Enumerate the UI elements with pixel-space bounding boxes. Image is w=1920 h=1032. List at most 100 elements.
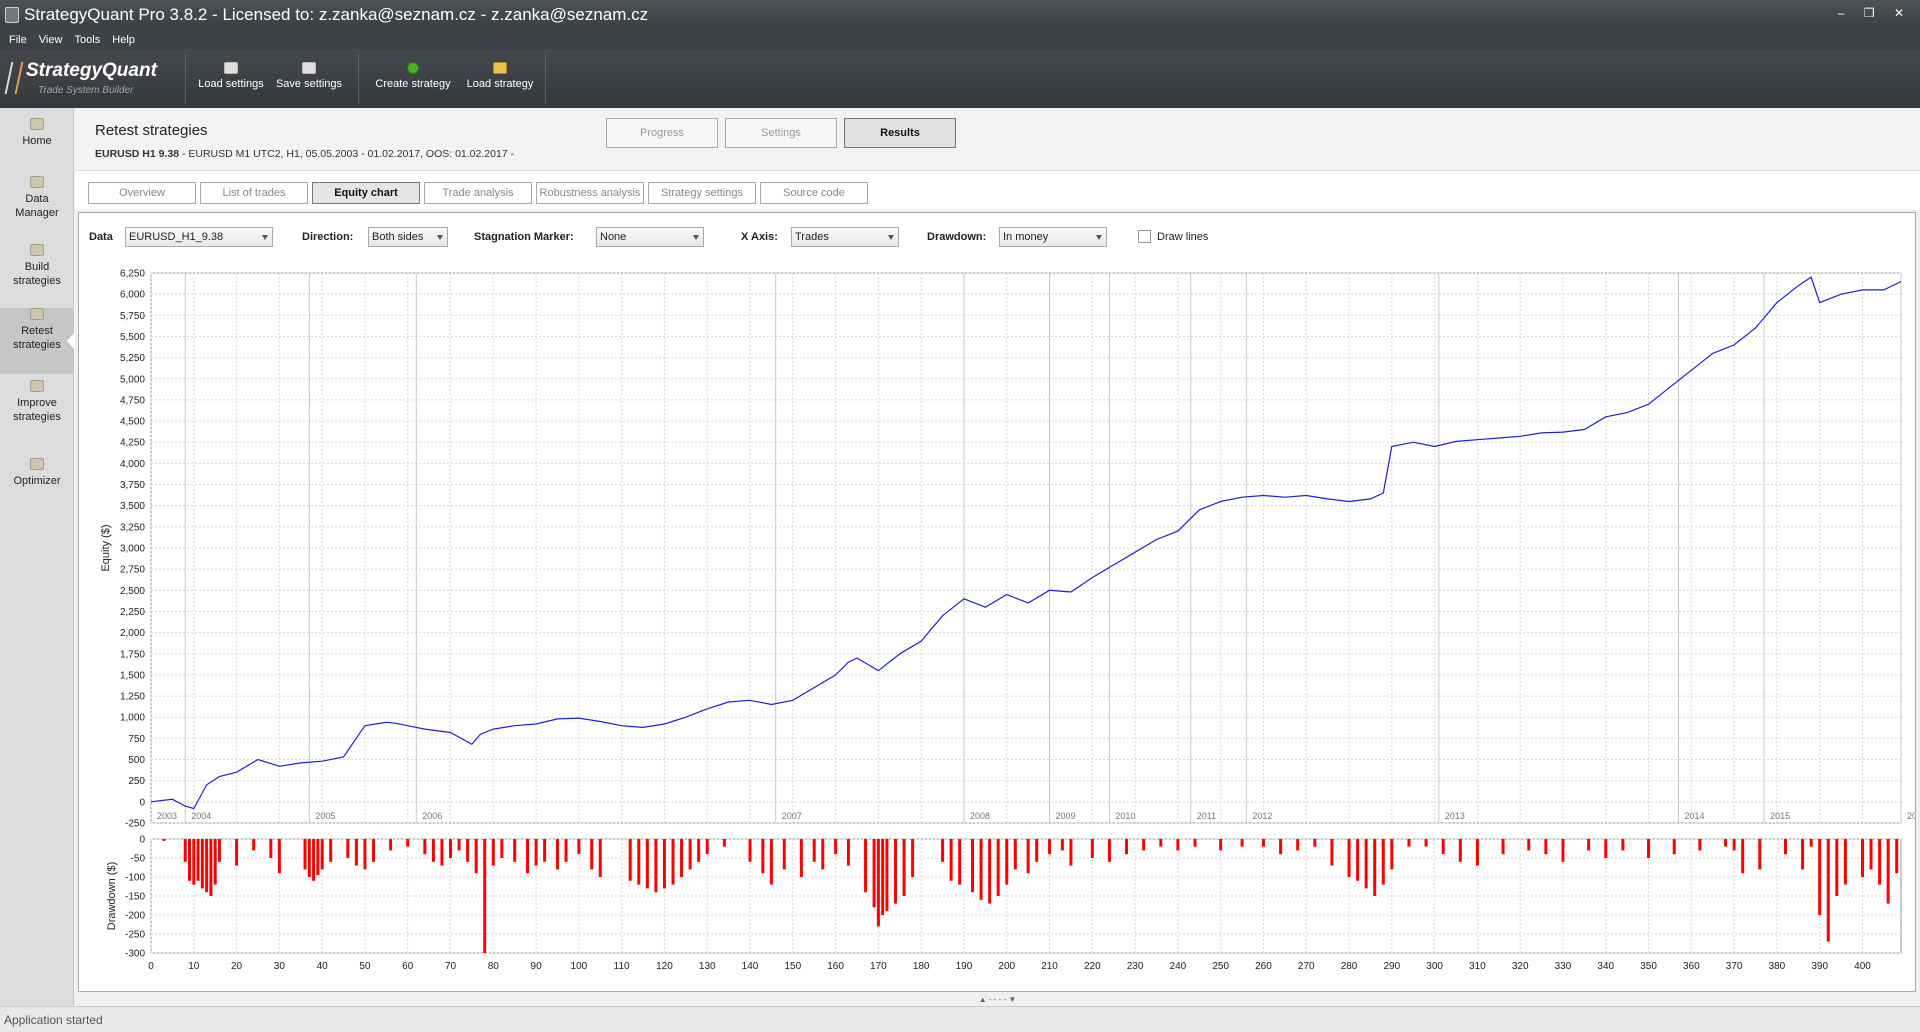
drawdown-bar [988,839,992,904]
drawdown-bar [1698,839,1702,851]
save-settings-button[interactable]: Save settings [274,62,344,102]
window-title: StrategyQuant Pro 3.8.2 - Licensed to: z… [24,5,649,24]
drawdown-select[interactable]: In money [999,227,1107,247]
drawdown-bar [371,839,375,862]
drawdown-bar [389,839,393,851]
draw-lines-checkbox[interactable] [1138,230,1151,243]
drawdown-bar [1843,839,1847,885]
home-icon [30,118,44,130]
drawdown-bar [812,839,816,862]
tab-settings[interactable]: Settings [725,118,837,148]
window-controls[interactable]: – ❐ ✕ [1838,6,1912,20]
drawdown-bar [662,839,666,889]
nav-retest-strategies[interactable]: Retest strategies [0,308,75,374]
subtab-robustness-analysis[interactable]: Robustness analysis [536,182,644,204]
x-tick-label: 70 [445,961,457,972]
stagnation-marker-select[interactable]: None [596,227,704,247]
tab-progress[interactable]: Progress [606,118,718,148]
nav-build-strategies[interactable]: Build strategies [0,244,74,310]
drawdown-bar [1621,839,1625,851]
build-icon [30,244,44,256]
equity-y-tick-label: 1,750 [120,649,145,660]
drawdown-bar [1240,839,1244,847]
x-tick-label: 50 [359,961,371,972]
x-axis-select[interactable]: Trades [791,227,899,247]
equity-y-tick-label: 4,500 [120,417,145,428]
nav-data-manager[interactable]: Data Manager [0,176,74,242]
equity-y-tick-label: 3,500 [120,501,145,512]
drawdown-bar [1261,839,1265,847]
nav-optimizer-label: Optimizer [13,475,61,487]
drawdown-bar [1741,839,1745,874]
tab-results[interactable]: Results [844,118,956,148]
drawdown-bar [320,839,324,870]
subtab-equity-chart[interactable]: Equity chart [312,182,420,204]
menu-tools[interactable]: Tools [66,30,101,46]
x-tick-label: 90 [531,961,543,972]
data-select[interactable]: EURUSD_H1_9.38 [125,227,273,247]
drawdown-bar [1313,839,1317,847]
drawdown-bar [876,839,880,927]
x-tick-label: 130 [699,961,716,972]
drawdown-bar [354,839,358,866]
direction-select[interactable]: Both sides [368,227,448,247]
nav-optimizer[interactable]: Optimizer [0,458,74,524]
drawdown-bar [1381,839,1385,885]
drawdown-y-tick-label: 0 [139,835,145,846]
toolbar: StrategyQuant Trade System Builder Load … [0,50,1920,108]
subtab-overview[interactable]: Overview [88,182,196,204]
nav-home[interactable]: Home [0,118,74,184]
x-tick-label: 150 [784,961,801,972]
drawdown-y-tick-label: -150 [125,892,145,903]
stagnation-marker-label: Stagnation Marker: [474,231,574,243]
nav-improve-strategies[interactable]: Improve strategies [0,380,74,446]
x-tick-label: 0 [148,961,154,972]
menu-help[interactable]: Help [103,30,135,46]
x-tick-label: 220 [1084,961,1101,972]
x-tick-label: 330 [1555,961,1572,972]
drawdown-bar [782,839,786,870]
equity-y-tick-label: 1,250 [120,692,145,703]
drawdown-bar [1193,839,1197,847]
drawdown-bar [1818,839,1822,915]
drawdown-bar [307,839,311,877]
subtab-trade-analysis[interactable]: Trade analysis [424,182,532,204]
drawdown-axis-title: Drawdown ($) [106,862,118,930]
equity-y-tick-label: 3,750 [120,480,145,491]
chevron-down-icon [437,235,443,240]
drawdown-bar [949,839,953,881]
drawdown-bar [423,839,427,855]
panel-splitter[interactable]: ▲ - - - - ▼ [75,994,1920,1006]
drawdown-y-tick-label: -50 [131,854,146,865]
load-settings-button[interactable]: Load settings [196,62,266,102]
drawdown-bar [1035,839,1039,862]
load-settings-label: Load settings [198,78,264,90]
subtab-source-code[interactable]: Source code [760,182,868,204]
menu-view[interactable]: View [30,30,63,46]
subtab-strategy-settings[interactable]: Strategy settings [648,182,756,204]
drawdown-bar [205,839,209,893]
nav-retest-label: Retest [21,325,53,337]
drawdown-bar [1758,839,1762,870]
drawdown-bar [1561,839,1565,862]
nav-data-manager-label-2: Manager [15,207,59,219]
drawdown-bar [979,839,983,900]
x-tick-label: 30 [274,961,286,972]
subtab-list-of-trades[interactable]: List of trades [200,182,308,204]
menu-file[interactable]: File [0,30,27,46]
drawdown-bar [971,839,975,893]
load-strategy-button[interactable]: Load strategy [460,62,540,102]
create-strategy-button[interactable]: Create strategy [370,62,456,102]
drawdown-bar [1125,839,1129,855]
drawdown-bar [697,839,701,862]
x-tick-label: 270 [1298,961,1315,972]
equity-y-tick-label: 500 [128,755,145,766]
drawdown-bar [941,839,945,862]
drawdown-bar [543,839,547,862]
year-label: 2015 [1770,811,1790,821]
x-tick-label: 240 [1170,961,1187,972]
drawdown-bar [1347,839,1351,877]
x-tick-label: 160 [827,961,844,972]
drawdown-bar [1013,839,1017,870]
nav-home-label: Home [22,135,52,147]
